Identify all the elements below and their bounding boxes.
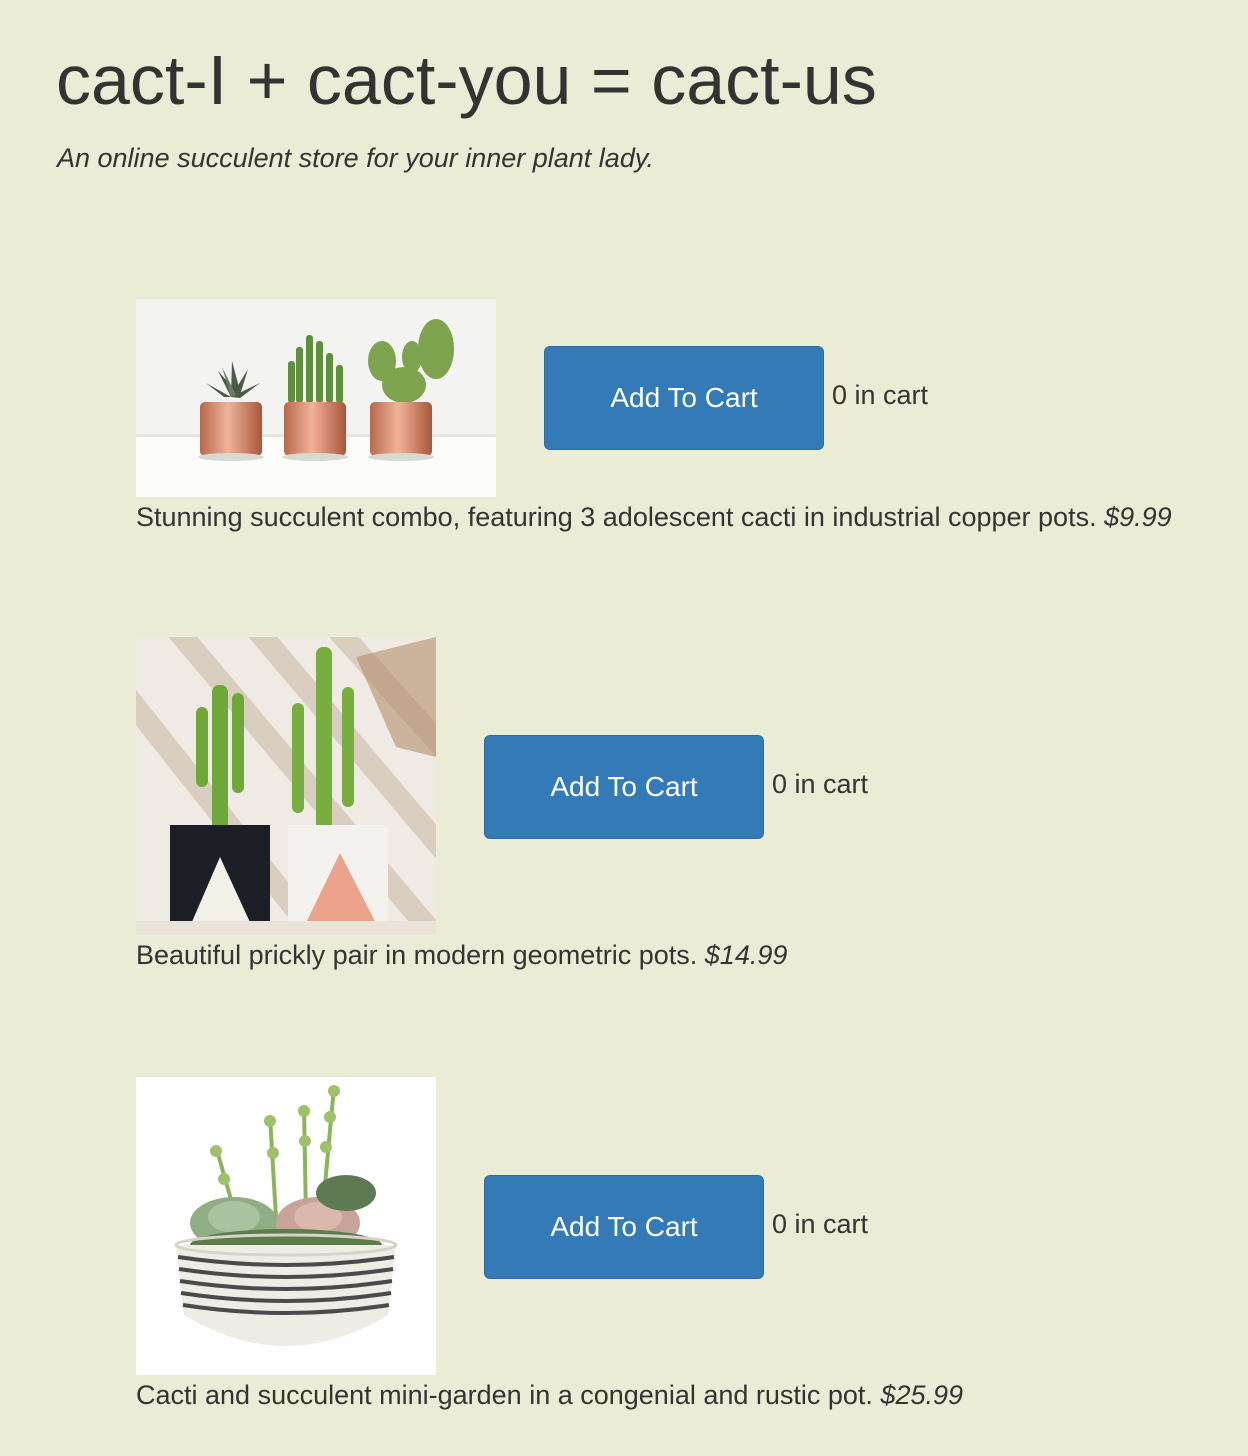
- product-description: Beautiful prickly pair in modern geometr…: [136, 938, 787, 972]
- product-image-copper-cacti: [136, 299, 496, 497]
- product-image-geometric-cacti: [136, 637, 436, 935]
- add-to-cart-button[interactable]: Add To Cart: [544, 346, 824, 450]
- description-text: Stunning succulent combo, featuring 3 ad…: [136, 502, 1097, 532]
- cart-count: 0 in cart: [772, 1209, 869, 1239]
- price: $25.99: [880, 1380, 964, 1410]
- product-card: Add To Cart 0 in cart Cacti and succulen…: [136, 1077, 1136, 1417]
- description-text: Beautiful prickly pair in modern geometr…: [136, 940, 698, 970]
- price: $9.99: [1104, 502, 1172, 532]
- description-text: Cacti and succulent mini-garden in a con…: [136, 1380, 873, 1410]
- product-description: Stunning succulent combo, featuring 3 ad…: [136, 500, 1172, 534]
- price: $14.99: [704, 940, 788, 970]
- product-card: Add To Cart 0 in cart Beautiful prickly …: [136, 637, 1136, 977]
- tagline: An online succulent store for your inner…: [57, 143, 654, 173]
- cart-count: 0 in cart: [772, 769, 869, 799]
- product-description: Cacti and succulent mini-garden in a con…: [136, 1378, 963, 1412]
- product-image-succulent-bowl: [136, 1077, 436, 1375]
- page-title: cact-I + cact-you = cact-us: [56, 41, 877, 119]
- add-to-cart-button[interactable]: Add To Cart: [484, 1175, 764, 1279]
- product-card: Add To Cart 0 in cart Stunning succulent…: [136, 299, 1236, 539]
- cart-count: 0 in cart: [832, 380, 929, 410]
- add-to-cart-button[interactable]: Add To Cart: [484, 735, 764, 839]
